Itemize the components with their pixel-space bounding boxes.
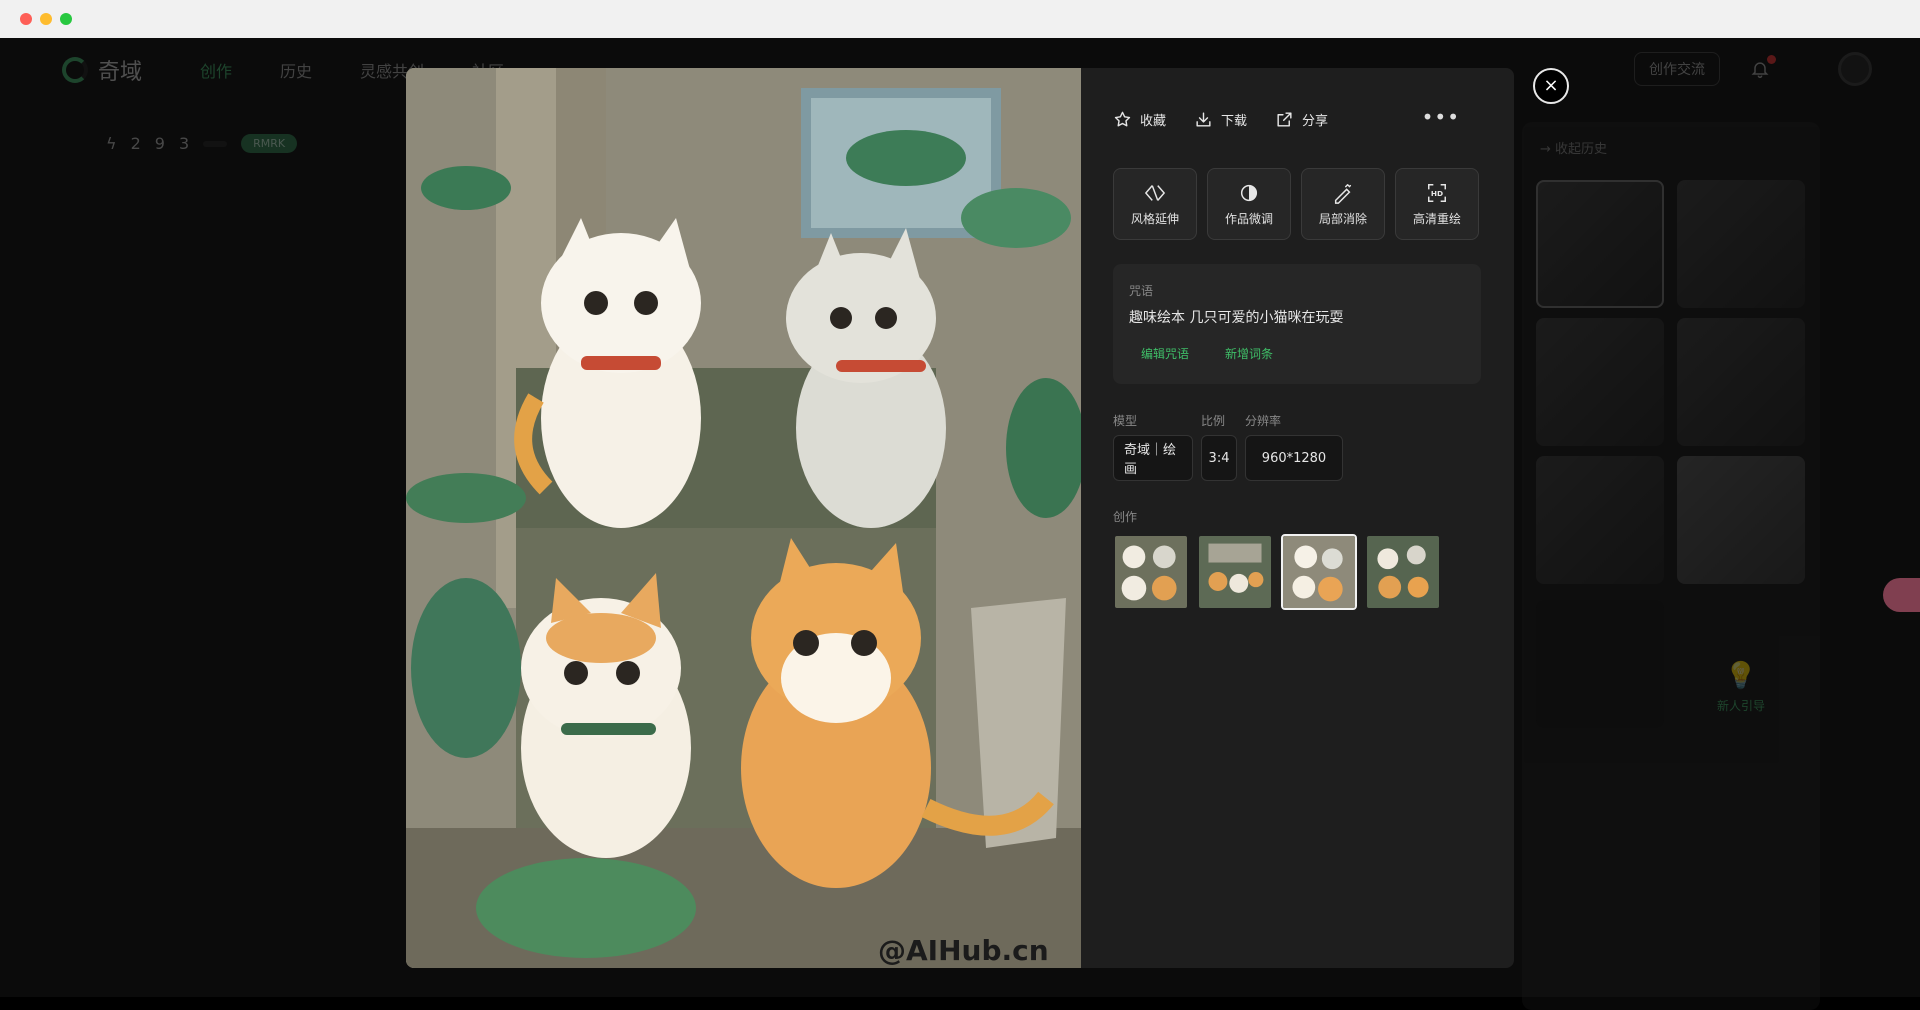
history-thumb[interactable] [1536,180,1664,308]
prompt-panel: 咒语 趣味绘本 几只可爱的小猫咪在玩耍 编辑咒语 新增词条 [1113,264,1481,384]
close-modal-button[interactable]: × [1533,68,1569,104]
history-thumb[interactable] [1536,318,1664,446]
action-bar: 收藏 下载 分享 ••• [1113,106,1488,132]
history-thumb[interactable] [1536,456,1664,584]
counter-digit: 3 [178,134,190,153]
favorite-label: 收藏 [1140,113,1167,129]
creation-thumb[interactable] [1113,534,1189,610]
svg-text:HD: HD [1431,189,1443,198]
tool-label: 风格延伸 [1130,211,1179,226]
lightbulb-icon: 💡 [1724,661,1758,691]
fine-tune-icon [1240,184,1258,201]
translate-floating-button[interactable] [1883,578,1920,612]
erase-icon [1334,183,1352,204]
generated-image: @AIHub.cn [406,68,1081,968]
lightning-icon: ϟ [106,134,117,153]
star-icon [1114,111,1131,126]
style-extend-icon [1145,184,1165,201]
nav-item-history[interactable]: 历史 [280,58,360,82]
prompt-text: 趣味绘本 几只可爱的小猫咪在玩耍 [1129,310,1344,326]
tool-label: 高清重绘 [1412,211,1461,226]
share-icon [1277,111,1292,127]
window-titlebar [0,0,1920,38]
counter-digit: 2 [130,134,141,153]
notification-bell[interactable] [1750,55,1776,79]
detail-sidebar: 收藏 下载 分享 ••• 风格延伸 作品微调 局部消除 HD 高清重绘 咒语 趣… [1113,68,1488,968]
minimize-window-button[interactable] [40,13,52,25]
user-avatar[interactable] [1838,52,1872,86]
fine-tune-button[interactable]: 作品微调 [1207,168,1291,240]
credit-counter: ϟ 2 9 3 RMRK [106,134,298,153]
tool-buttons: 风格延伸 作品微调 局部消除 HD 高清重绘 [1113,168,1479,240]
model-value: 奇域｜绘画 [1113,435,1193,481]
resolution-param: 分辨率 960*1280 [1245,412,1343,481]
download-icon [1196,111,1211,127]
history-thumb[interactable] [1677,318,1805,446]
counter-digit: 9 [154,134,165,153]
history-thumb[interactable] [1677,456,1805,584]
header-right: 创作交流 [1634,52,1776,86]
community-chat-button[interactable]: 创作交流 [1634,52,1720,86]
style-extend-button[interactable]: 风格延伸 [1113,168,1197,240]
model-param: 模型 奇域｜绘画 [1113,412,1193,481]
hd-redraw-icon: HD [1428,183,1446,202]
nav-item-create[interactable]: 创作 [200,58,280,82]
history-thumb[interactable] [1677,180,1805,308]
hd-redraw-button[interactable]: HD 高清重绘 [1395,168,1479,240]
logo-icon [62,57,88,83]
history-thumb[interactable] [1536,600,1664,728]
close-icon: × [1543,75,1559,96]
prompt-links: 编辑咒语 新增词条 [1129,341,1465,366]
generation-params: 模型 奇域｜绘画 比例 3:4 分辨率 960*1280 [1113,412,1343,481]
counter-chip-green[interactable]: RMRK [241,134,298,153]
history-panel: → 收起历史 💡 新人引导 [1522,122,1820,1010]
tool-label: 作品微调 [1224,211,1273,226]
resolution-value: 960*1280 [1245,435,1343,481]
ratio-label: 比例 [1201,414,1226,428]
erase-button[interactable]: 局部消除 [1301,168,1385,240]
creation-thumb[interactable] [1365,534,1441,610]
creations-label: 创作 [1113,510,1138,524]
maximize-window-button[interactable] [60,13,72,25]
watermark-text: @AIHub.cn [878,934,1049,967]
brand-logo[interactable]: 奇域 [62,54,142,86]
newbie-guide-label: 新人引导 [1716,699,1765,713]
creation-thumbnails [1113,534,1441,610]
creation-thumb-selected[interactable] [1281,534,1357,610]
newbie-guide-card[interactable]: 💡 新人引导 [1677,627,1805,755]
resolution-label: 分辨率 [1245,414,1282,428]
download-label: 下载 [1221,113,1248,129]
counter-chip[interactable] [203,140,228,147]
tool-label: 局部消除 [1318,211,1367,226]
cats-illustration [406,68,1081,968]
ratio-param: 比例 3:4 [1201,412,1237,481]
model-label: 模型 [1113,414,1138,428]
ratio-value: 3:4 [1201,435,1237,481]
share-label: 分享 [1302,113,1329,129]
close-window-button[interactable] [20,13,32,25]
add-term-link[interactable]: 新增词条 [1213,341,1285,366]
prompt-label: 咒语 [1129,284,1154,298]
image-detail-modal: @AIHub.cn 收藏 下载 分享 ••• 风格延伸 作品微调 局部消除 HD… [406,68,1514,968]
collapse-history-button[interactable]: → 收起历史 [1540,138,1607,157]
download-button[interactable]: 下载 [1194,110,1247,129]
notification-dot [1767,55,1776,64]
edit-prompt-link[interactable]: 编辑咒语 [1129,341,1201,366]
more-options-icon[interactable]: ••• [1422,106,1460,128]
brand-name: 奇域 [98,60,143,85]
creation-thumb[interactable] [1197,534,1273,610]
favorite-button[interactable]: 收藏 [1113,110,1166,129]
share-button[interactable]: 分享 [1275,110,1328,129]
